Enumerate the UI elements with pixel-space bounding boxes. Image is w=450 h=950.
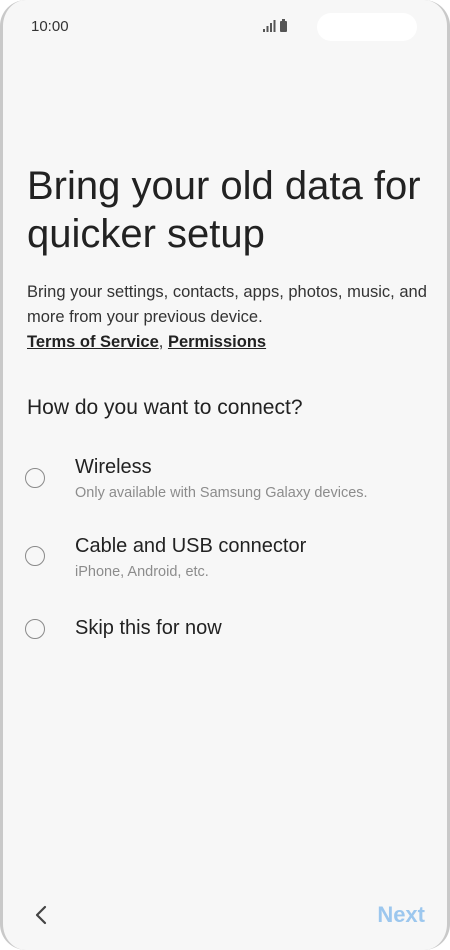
next-button[interactable]: Next xyxy=(377,902,425,928)
cable-usb-sublabel: iPhone, Android, etc. xyxy=(75,564,209,580)
description-text: Bring your settings, contacts, apps, pho… xyxy=(27,283,427,326)
connect-question: How do you want to connect? xyxy=(27,396,303,419)
skip-radio[interactable] xyxy=(25,619,45,639)
wireless-radio[interactable] xyxy=(25,468,45,488)
cable-usb-radio[interactable] xyxy=(25,546,45,566)
skip-label: Skip this for now xyxy=(75,617,222,639)
option-skip[interactable]: Skip this for now xyxy=(23,617,423,647)
chevron-left-icon[interactable] xyxy=(29,902,53,928)
camera-cutout xyxy=(317,13,417,41)
wireless-sublabel: Only available with Samsung Galaxy devic… xyxy=(75,485,368,501)
battery-icon xyxy=(280,19,287,32)
permissions-link[interactable]: Permissions xyxy=(168,333,266,351)
links-separator: , xyxy=(158,333,164,351)
wireless-label: Wireless xyxy=(75,456,152,478)
cable-usb-label: Cable and USB connector xyxy=(75,535,307,557)
status-icons xyxy=(263,19,287,32)
page-title: Bring your old data for quicker setup xyxy=(27,164,421,256)
status-time: 10:00 xyxy=(31,18,69,35)
terms-of-service-link[interactable]: Terms of Service xyxy=(27,333,159,351)
status-bar: 10:00 xyxy=(3,0,447,56)
page-description: Bring your settings, contacts, apps, pho… xyxy=(27,280,427,355)
option-wireless[interactable]: Wireless Only available with Samsung Gal… xyxy=(23,456,423,506)
signal-icon xyxy=(263,20,276,32)
phone-screen: 10:00 Bring your old data for quicker se… xyxy=(0,0,450,950)
option-cable-usb[interactable]: Cable and USB connector iPhone, Android,… xyxy=(23,535,423,585)
